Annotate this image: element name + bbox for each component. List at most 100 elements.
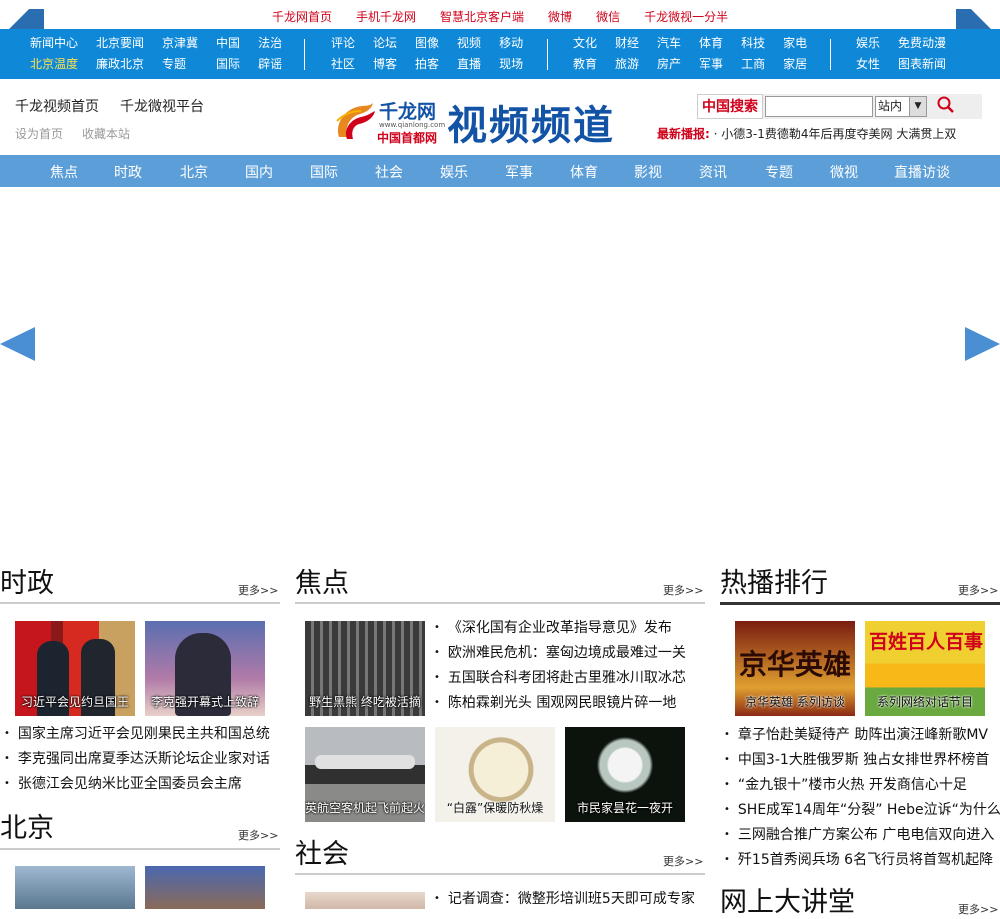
tab-info[interactable]: 资讯 — [699, 162, 727, 182]
list-item[interactable]: 中国3-1大胜俄罗斯 独占女排世界杯榜首 — [724, 748, 1000, 773]
nav-item[interactable]: 现场 — [499, 54, 523, 75]
list-item[interactable]: 国家主席习近平会见刚果民主共和国总统 — [4, 722, 270, 747]
hot-ranking-more-link[interactable]: 更多>> — [958, 582, 998, 598]
set-homepage-link[interactable]: 设为首页 — [15, 125, 63, 142]
nav-item[interactable]: 社区 — [331, 54, 355, 75]
nav-item[interactable]: 家居 — [783, 54, 807, 75]
society-more-link[interactable]: 更多>> — [663, 853, 703, 869]
nav-item[interactable]: 中国 — [216, 33, 240, 54]
nav-item[interactable]: 博客 — [373, 54, 397, 75]
tab-topics[interactable]: 专题 — [765, 162, 793, 182]
nav-item[interactable]: 体育 — [699, 33, 723, 54]
beijing-thumb-2[interactable] — [145, 866, 265, 909]
toplink-app[interactable]: 智慧北京客户端 — [440, 8, 524, 25]
nav-item[interactable]: 文化 — [573, 33, 597, 54]
nav-item[interactable]: 新闻中心 — [30, 33, 78, 54]
carousel-next-button[interactable] — [965, 327, 1000, 361]
nav-item[interactable]: 辟谣 — [258, 54, 282, 75]
tab-entertainment[interactable]: 娱乐 — [440, 162, 468, 182]
beijing-more-link[interactable]: 更多>> — [238, 827, 278, 843]
nav-item[interactable]: 国际 — [216, 54, 240, 75]
list-item[interactable]: 《深化国有企业改革指导意见》发布 — [434, 616, 686, 641]
nav-item[interactable]: 免费动漫 — [898, 33, 946, 54]
section-title-hot-ranking[interactable]: 热播排行 — [720, 561, 828, 600]
nav-item[interactable]: 工商 — [741, 54, 765, 75]
nav-item[interactable]: 廉政北京 — [96, 54, 144, 75]
tab-international[interactable]: 国际 — [310, 162, 338, 182]
nav-item[interactable]: 评论 — [331, 33, 355, 54]
nav-item[interactable]: 论坛 — [373, 33, 397, 54]
nav-item[interactable]: 北京要闻 — [96, 33, 144, 54]
list-item[interactable]: 张德江会见纳米比亚全国委员会主席 — [4, 772, 270, 797]
search-scope-select[interactable]: 站内 ▼ — [875, 96, 927, 117]
section-title-focus[interactable]: 焦点 — [295, 561, 349, 600]
nav-item[interactable]: 女性 — [856, 54, 880, 75]
site-logo[interactable]: 千龙网 www.qianlong.com 中国首都网 视频频道 — [333, 93, 643, 151]
focus-thumb-1[interactable]: 野生黑熊 终吃被活摘 — [305, 621, 425, 716]
video-home-link[interactable]: 千龙视频首页 — [15, 96, 99, 116]
nav-item[interactable]: 图像 — [415, 33, 439, 54]
focus-thumb-4[interactable]: 市民家昙花一夜开 — [565, 727, 685, 822]
list-item[interactable]: 三网融合推广方案公布 广电电信双向进入 — [724, 823, 1000, 848]
micro-video-link[interactable]: 千龙微视平台 — [120, 96, 204, 116]
list-item[interactable]: 五国联合科考团将赴古里雅冰川取冰芯 — [434, 666, 686, 691]
nav-item[interactable]: 京津冀 — [162, 33, 198, 54]
list-item[interactable]: 歼15首秀阅兵场 6名飞行员将首驾机起降 — [724, 848, 1000, 873]
search-input[interactable] — [765, 96, 873, 117]
nav-item[interactable]: 视频 — [457, 33, 481, 54]
tab-micro-video[interactable]: 微视 — [830, 162, 858, 182]
nav-item[interactable]: 家电 — [783, 33, 807, 54]
nav-item[interactable]: 专题 — [162, 54, 198, 75]
tab-focus[interactable]: 焦点 — [50, 162, 78, 182]
list-item[interactable]: SHE成军14周年“分裂” Hebe泣诉“为什么” — [724, 798, 1000, 823]
list-item[interactable]: 记者调查：微整形培训班5天即可成专家 — [434, 887, 695, 912]
lecture-more-link[interactable]: 更多>> — [958, 901, 998, 917]
search-button[interactable] — [932, 96, 960, 117]
tab-film[interactable]: 影视 — [634, 162, 662, 182]
toplink-mobile[interactable]: 手机千龙网 — [356, 8, 416, 25]
focus-thumb-2[interactable]: 英航空客机起飞前起火 — [305, 727, 425, 822]
nav-item[interactable]: 拍客 — [415, 54, 439, 75]
toplink-microvideo[interactable]: 千龙微视一分半 — [644, 8, 728, 25]
nav-item[interactable]: 军事 — [699, 54, 723, 75]
nav-item[interactable]: 教育 — [573, 54, 597, 75]
nav-item[interactable]: 汽车 — [657, 33, 681, 54]
focus-more-link[interactable]: 更多>> — [663, 582, 703, 598]
politics-more-link[interactable]: 更多>> — [238, 582, 278, 598]
tab-society[interactable]: 社会 — [375, 162, 403, 182]
focus-thumb-3[interactable]: “白露”保暖防秋燥 — [435, 727, 555, 822]
list-item[interactable]: 陈柏霖剃光头 围观网民眼镜片碎一地 — [434, 691, 686, 716]
nav-item[interactable]: 旅游 — [615, 54, 639, 75]
nav-item[interactable]: 北京温度 — [30, 54, 78, 75]
bookmark-link[interactable]: 收藏本站 — [82, 125, 130, 142]
list-item[interactable]: 章子怡赴美疑待产 助阵出演汪峰新歌MV — [724, 723, 1000, 748]
nav-item[interactable]: 法治 — [258, 33, 282, 54]
nav-item[interactable]: 图表新闻 — [898, 54, 946, 75]
society-thumb-1[interactable] — [305, 892, 425, 909]
politics-thumb-1[interactable]: 习近平会见约旦国王 — [15, 621, 135, 716]
section-title-lecture[interactable]: 网上大讲堂 — [720, 880, 855, 919]
tab-politics[interactable]: 时政 — [114, 162, 142, 182]
section-title-society[interactable]: 社会 — [295, 832, 349, 871]
nav-item[interactable]: 房产 — [657, 54, 681, 75]
tab-military[interactable]: 军事 — [505, 162, 533, 182]
list-item[interactable]: 李克强同出席夏季达沃斯论坛企业家对话 — [4, 747, 270, 772]
nav-item[interactable]: 财经 — [615, 33, 639, 54]
tab-live-interview[interactable]: 直播访谈 — [894, 162, 950, 182]
tab-sports[interactable]: 体育 — [570, 162, 598, 182]
nav-item[interactable]: 娱乐 — [856, 33, 880, 54]
carousel-prev-button[interactable] — [0, 327, 35, 361]
nav-item[interactable]: 直播 — [457, 54, 481, 75]
tab-domestic[interactable]: 国内 — [245, 162, 273, 182]
toplink-wechat[interactable]: 微信 — [596, 8, 620, 25]
list-item[interactable]: “金九银十”楼市火热 开发商信心十足 — [724, 773, 1000, 798]
section-title-beijing[interactable]: 北京 — [0, 806, 54, 845]
nav-item[interactable]: 科技 — [741, 33, 765, 54]
list-item[interactable]: 欧洲难民危机：塞匈边境成最难过一关 — [434, 641, 686, 666]
hot-thumb-1[interactable]: 京华英雄 京华英雄 系列访谈 — [735, 621, 855, 716]
broadcast-ticker[interactable]: · 小德3-1费德勒4年后再度夺美网 大满贯上双 — [714, 127, 957, 141]
section-title-politics[interactable]: 时政 — [0, 561, 54, 600]
politics-thumb-2[interactable]: 李克强开幕式上致辞 — [145, 621, 265, 716]
beijing-thumb-1[interactable] — [15, 866, 135, 909]
nav-item[interactable]: 移动 — [499, 33, 523, 54]
